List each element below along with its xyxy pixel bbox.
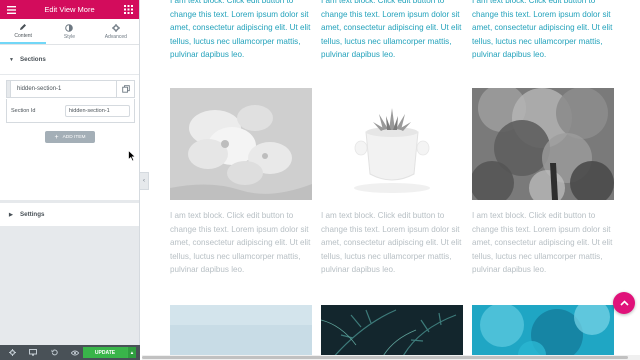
update-options-caret-icon[interactable]: ▲: [127, 347, 136, 358]
panel-footer: UPDATE ▲: [0, 345, 140, 360]
page-canvas: I am text block. Click edit button to ch…: [149, 0, 640, 355]
scroll-to-top-button[interactable]: [613, 292, 635, 314]
text-block-mid-1[interactable]: I am text block. Click edit button to ch…: [170, 209, 314, 277]
tab-content[interactable]: Content: [0, 19, 47, 44]
hamburger-menu-icon[interactable]: [6, 5, 16, 15]
widgets-grid-icon[interactable]: [123, 5, 133, 15]
blue-ink-image[interactable]: [472, 305, 614, 355]
text-block-top-3[interactable]: I am text block. Click edit button to ch…: [472, 0, 616, 62]
update-button[interactable]: UPDATE: [83, 347, 127, 358]
panel-header: Edit View More: [0, 0, 139, 19]
section-id-input[interactable]: hidden-section-1: [65, 104, 130, 117]
mouse-cursor-icon: [128, 150, 136, 162]
plus-icon: +: [54, 133, 59, 141]
pencil-icon: [19, 23, 27, 33]
section-id-label: Section Id: [11, 107, 36, 114]
desktop-icon[interactable]: [27, 347, 39, 359]
succulent-pot-image[interactable]: [321, 88, 463, 200]
contrast-icon: [65, 23, 74, 34]
panel-tabs: Content Style Advanced: [0, 19, 139, 45]
tab-advanced[interactable]: Advanced: [93, 19, 139, 44]
editor-panel: Edit View More Content Style Advanced ▼ …: [0, 0, 140, 360]
scrollbar-thumb[interactable]: [142, 356, 628, 359]
settings-gear-icon[interactable]: [6, 347, 18, 359]
settings-section-toggle[interactable]: ▶ Settings: [0, 203, 139, 227]
tab-style[interactable]: Style: [46, 19, 92, 44]
chevron-up-icon: [619, 300, 629, 306]
text-block-mid-3[interactable]: I am text block. Click edit button to ch…: [472, 209, 616, 277]
caret-right-icon: ▶: [9, 211, 13, 218]
horizontal-scrollbar[interactable]: [142, 355, 640, 360]
settings-title: Settings: [20, 211, 45, 218]
panel-title: Edit View More: [44, 5, 95, 14]
tab-advanced-label: Advanced: [104, 33, 127, 40]
duplicate-icon[interactable]: [116, 81, 134, 97]
text-block-top-2[interactable]: I am text block. Click edit button to ch…: [321, 0, 465, 62]
text-block-top-1[interactable]: I am text block. Click edit button to ch…: [170, 0, 314, 62]
light-blue-image[interactable]: [170, 305, 312, 355]
gear-icon: [111, 23, 120, 34]
preview-eye-icon[interactable]: [69, 347, 81, 359]
add-item-button[interactable]: + ADD ITEM: [45, 131, 95, 143]
sections-title: Sections: [20, 56, 46, 63]
palm-leaves-image[interactable]: [321, 305, 463, 355]
collapse-panel-chevron-icon[interactable]: ‹: [140, 172, 149, 190]
repeater-item[interactable]: hidden-section-1: [6, 80, 135, 98]
caret-down-icon: ▼: [9, 56, 14, 63]
tab-content-label: Content: [14, 32, 32, 39]
section-id-field-row: Section Id hidden-section-1: [6, 99, 135, 123]
orchid-image[interactable]: [170, 88, 312, 200]
history-icon[interactable]: [48, 347, 60, 359]
add-item-label: ADD ITEM: [62, 134, 86, 140]
smoke-image[interactable]: [472, 88, 614, 200]
repeater-item-title: hidden-section-1: [17, 86, 62, 92]
sections-section-toggle[interactable]: ▼ Sections: [0, 45, 139, 75]
tab-style-label: Style: [63, 33, 76, 40]
text-block-mid-2[interactable]: I am text block. Click edit button to ch…: [321, 209, 465, 277]
sections-panel-body: hidden-section-1 Section Id hidden-secti…: [0, 75, 139, 200]
